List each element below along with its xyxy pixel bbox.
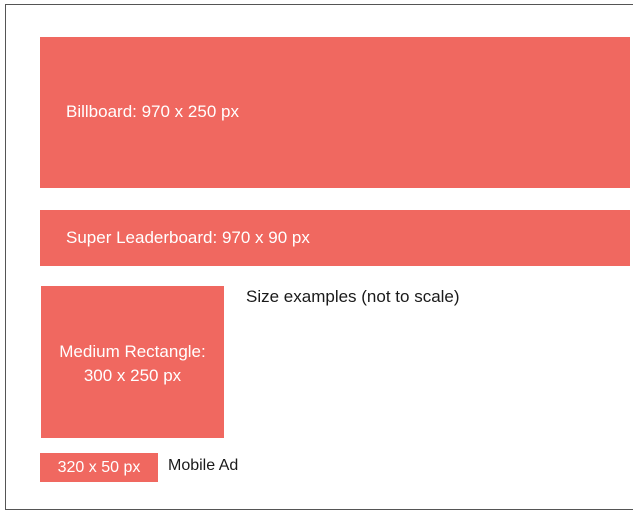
super-leaderboard-label: Super Leaderboard: 970 x 90 px xyxy=(66,228,310,247)
mobile-ad-size: 320 x 50 px xyxy=(57,458,141,476)
billboard-ad-box: Billboard: 970 x 250 px xyxy=(40,37,630,188)
mobile-ad-box: 320 x 50 px xyxy=(40,453,158,482)
medium-rectangle-label: Medium Rectangle: xyxy=(59,342,206,361)
medium-rectangle-size: 300 x 250 px xyxy=(83,366,182,385)
super-leaderboard-ad-box: Super Leaderboard: 970 x 90 px xyxy=(40,210,630,266)
billboard-label: Billboard: 970 x 250 px xyxy=(66,101,239,121)
medium-rectangle-text: Medium Rectangle: 300 x 250 px xyxy=(59,340,205,388)
medium-rectangle-ad-box: Medium Rectangle: 300 x 250 px xyxy=(41,286,224,438)
size-examples-caption: Size examples (not to scale) xyxy=(246,287,460,306)
mobile-ad-label: Mobile Ad xyxy=(168,457,239,474)
